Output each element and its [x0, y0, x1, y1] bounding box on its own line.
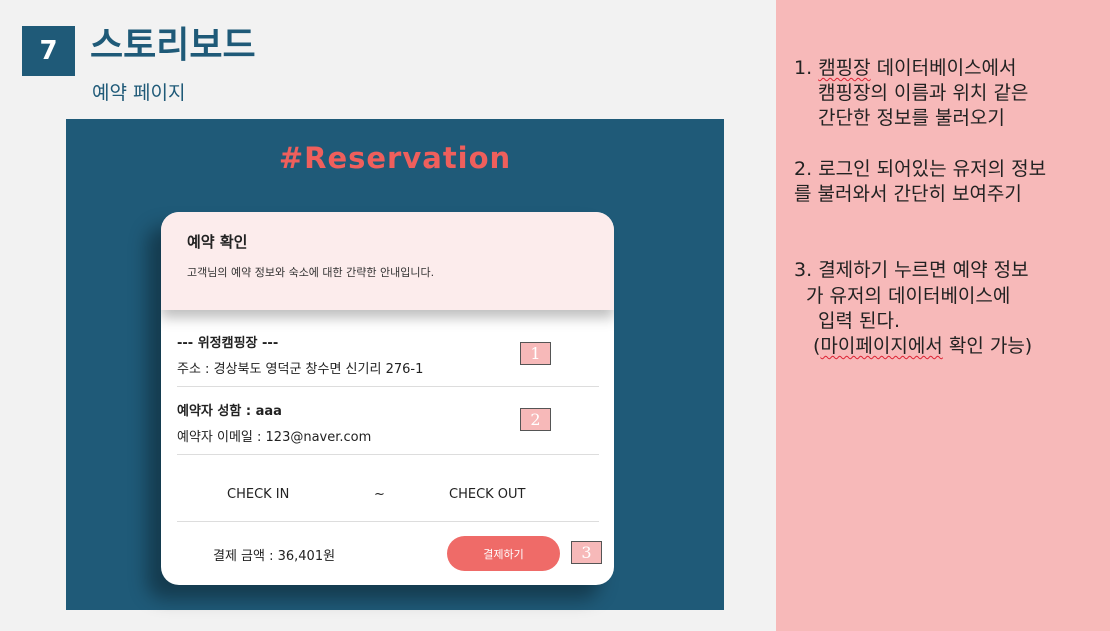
- reservation-card: 예약 확인 고객님의 예약 정보와 숙소에 대한 간략한 안내입니다. --- …: [161, 212, 614, 585]
- note-3-number: 3.: [794, 259, 813, 281]
- reserver-email: 예약자 이메일 : 123@naver.com: [177, 430, 372, 445]
- pay-button[interactable]: 결제하기: [447, 536, 560, 571]
- note-3-line-4: (마이페이지에서 확인 가능): [813, 334, 1032, 359]
- card-description: 고객님의 예약 정보와 숙소에 대한 간략한 안내입니다.: [187, 266, 435, 279]
- note-1-line-1: 1. 캠핑장 데이터베이스에서: [794, 56, 1017, 81]
- note-3-line-1: 3. 결제하기 누르면 예약 정보: [794, 258, 1029, 283]
- note-1-keyword: 캠핑장: [818, 57, 871, 79]
- note-2-number: 2.: [794, 158, 813, 180]
- card-title: 예약 확인: [187, 233, 248, 251]
- slide-left-panel: 7 스토리보드 예약 페이지 #Reservation 예약 확인 고객님의 예…: [0, 0, 776, 631]
- campsite-name: --- 위정캠핑장 ---: [177, 336, 279, 351]
- annotation-tag-1: 1: [520, 342, 551, 365]
- reservation-heading: #Reservation: [278, 141, 512, 175]
- annotation-tag-2: 2: [520, 408, 551, 431]
- check-out-label: CHECK OUT: [449, 487, 526, 502]
- note-1-number: 1.: [794, 57, 813, 79]
- divider: [177, 386, 599, 387]
- note-3-line-2: 가 유저의 데이터베이스에: [806, 285, 1011, 307]
- note-2-text: 로그인 되어있는 유저의 정보: [818, 158, 1047, 180]
- note-1-line-2: 캠핑장의 이름과 위치 같은: [818, 82, 1029, 104]
- note-3-line-3: 입력 된다.: [818, 310, 900, 332]
- check-in-label: CHECK IN: [227, 487, 290, 502]
- note-3-text: 결제하기 누르면 예약 정보: [818, 259, 1029, 281]
- notes-panel: 1. 캠핑장 데이터베이스에서 캠핑장의 이름과 위치 같은 간단한 정보를 불…: [776, 0, 1110, 631]
- note-1-line-3: 간단한 정보를 불러오기: [818, 107, 1005, 129]
- note-3-text-end: 확인 가능): [942, 335, 1033, 357]
- note-3-keyword: 마이페이지에서: [820, 335, 943, 357]
- divider: [177, 521, 599, 522]
- divider: [177, 454, 599, 455]
- card-header: 예약 확인 고객님의 예약 정보와 숙소에 대한 간략한 안내입니다.: [161, 212, 614, 310]
- reserver-name: 예약자 성함 : aaa: [177, 404, 282, 419]
- note-2-line-1: 2. 로그인 되어있는 유저의 정보: [794, 157, 1046, 182]
- annotation-tag-3: 3: [571, 541, 602, 564]
- slide-number-badge: 7: [22, 26, 75, 76]
- date-separator: ~: [374, 487, 385, 502]
- slide-title: 스토리보드: [90, 25, 256, 66]
- campsite-address: 주소 : 경상북도 영덕군 창수면 신기리 276-1: [177, 362, 424, 377]
- reservation-mockup: #Reservation 예약 확인 고객님의 예약 정보와 숙소에 대한 간략…: [66, 119, 724, 610]
- slide-subtitle: 예약 페이지: [92, 82, 186, 104]
- note-1-text: 데이터베이스에서: [870, 57, 1017, 79]
- payment-amount: 결제 금액 : 36,401원: [213, 549, 336, 564]
- note-2-line-2: 를 불러와서 간단히 보여주기: [794, 183, 1022, 205]
